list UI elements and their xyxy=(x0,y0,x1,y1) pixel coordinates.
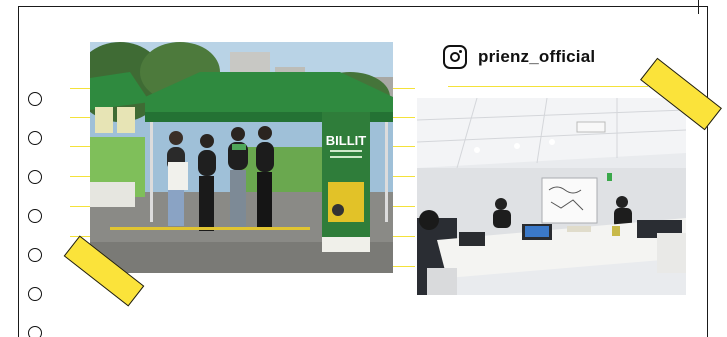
meeting-room-photo xyxy=(417,98,686,295)
binder-hole xyxy=(28,131,42,145)
binder-hole xyxy=(28,287,42,301)
banner-title: BILLIT xyxy=(326,133,366,148)
guide-line xyxy=(70,176,90,177)
guide-line xyxy=(70,146,90,147)
guide-line xyxy=(393,236,415,237)
frame-corner-tick xyxy=(698,0,699,14)
binder-hole xyxy=(28,326,42,337)
guide-line xyxy=(70,206,90,207)
guide-line xyxy=(393,266,415,267)
instagram-handle[interactable]: prienz_official xyxy=(443,44,595,70)
guide-line xyxy=(70,117,90,118)
guide-line xyxy=(448,86,648,87)
guide-line xyxy=(393,88,415,89)
guide-line xyxy=(393,117,415,118)
guide-line xyxy=(393,206,415,207)
binder-hole xyxy=(28,170,42,184)
binder-hole xyxy=(28,209,42,223)
binder-hole xyxy=(28,92,42,106)
handle-text: prienz_official xyxy=(478,47,596,66)
guide-line xyxy=(393,146,415,147)
instagram-icon xyxy=(443,45,467,69)
guide-line xyxy=(70,88,90,89)
binder-hole xyxy=(28,248,42,262)
booth-photo: BILLIT xyxy=(90,42,393,273)
guide-line xyxy=(393,176,415,177)
